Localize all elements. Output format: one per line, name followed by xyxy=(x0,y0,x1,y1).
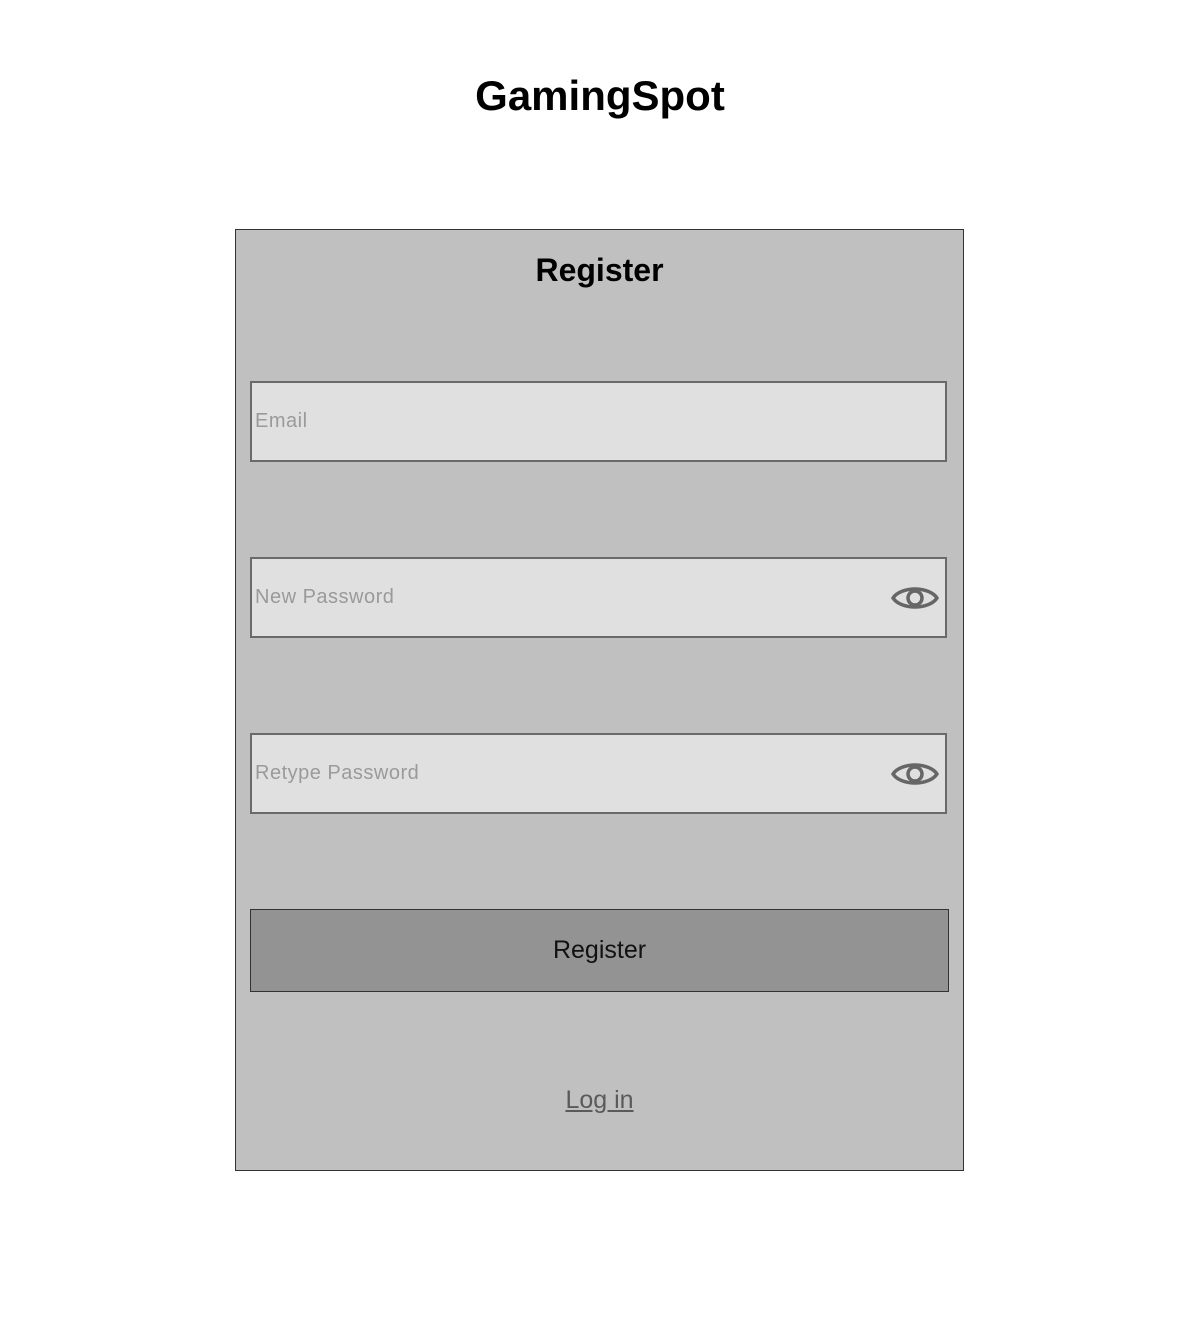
page: GamingSpot Register Register Log in xyxy=(0,0,1200,1334)
login-link[interactable]: Log in xyxy=(565,1086,633,1114)
email-input[interactable] xyxy=(252,383,945,460)
retype-password-input[interactable] xyxy=(252,735,945,812)
register-button[interactable]: Register xyxy=(250,909,949,992)
login-link-container: Log in xyxy=(236,1080,963,1120)
new-password-field-container xyxy=(250,557,947,638)
eye-icon[interactable] xyxy=(891,580,939,616)
register-title: Register xyxy=(535,252,664,288)
email-field-container xyxy=(250,381,947,462)
app-title: GamingSpot xyxy=(475,72,725,119)
eye-icon[interactable] xyxy=(891,756,939,792)
retype-password-field-container xyxy=(250,733,947,814)
new-password-input[interactable] xyxy=(252,559,945,636)
register-card: Register Register Log in xyxy=(235,229,964,1171)
